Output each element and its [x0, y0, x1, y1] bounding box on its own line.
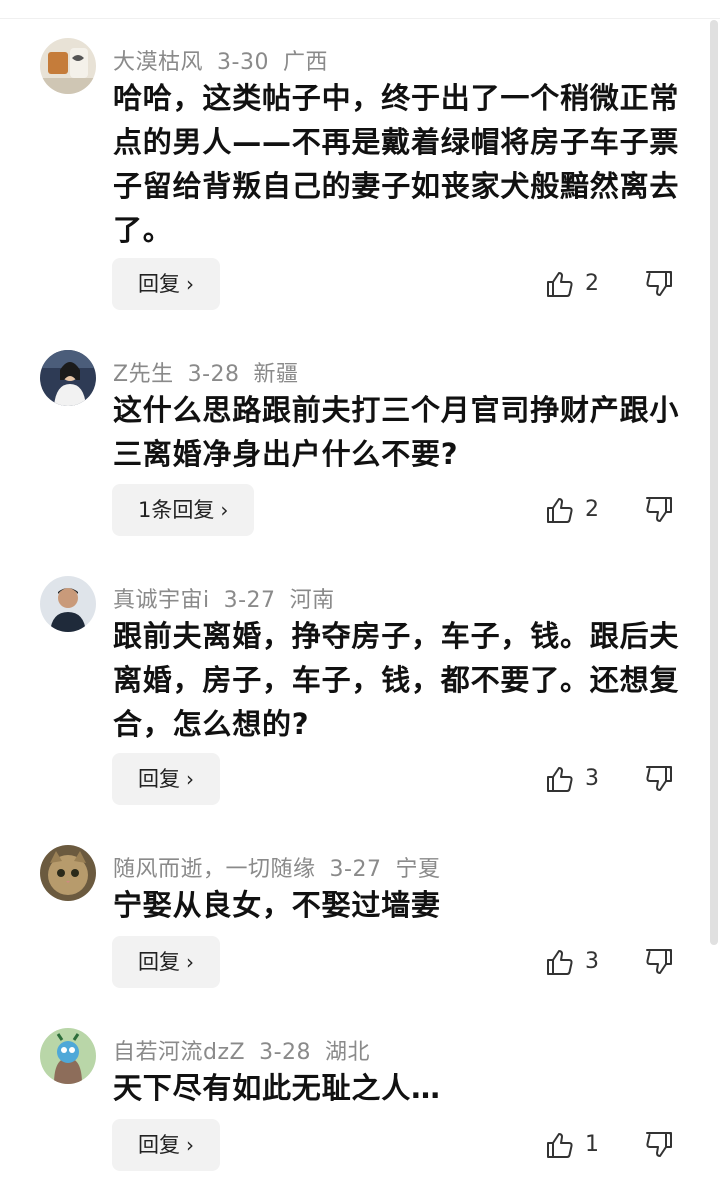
avatar[interactable]: [40, 38, 96, 94]
comment-location: 河南: [289, 588, 335, 613]
chevron-right-icon: ›: [186, 272, 194, 296]
thumbs-up-icon[interactable]: [545, 495, 575, 525]
comment-text: 天下尽有如此无耻之人…: [113, 1071, 441, 1105]
comment-item: Z先生 3-28 新疆 这什么思路跟前夫打三个月官司挣财产跟小三离婚净身出户什么不要…: [0, 350, 700, 550]
comment-meta: 真诚宇宙i 3-27 河南: [113, 582, 349, 614]
comment-location: 新疆: [253, 362, 299, 387]
thumbs-up-icon[interactable]: [545, 269, 575, 299]
thumbs-down-icon[interactable]: [644, 269, 674, 299]
username[interactable]: 随风而逝，一切随缘: [113, 857, 316, 882]
avatar[interactable]: [40, 1028, 96, 1084]
avatar[interactable]: [40, 845, 96, 901]
top-bar: [0, 0, 720, 19]
like-count: 3: [585, 949, 599, 974]
chevron-right-icon: ›: [186, 1133, 194, 1157]
comment-meta: 大漠枯风 3-30 广西: [113, 44, 342, 76]
thumbs-up-icon[interactable]: [545, 764, 575, 794]
username[interactable]: 真诚宇宙i: [113, 588, 210, 613]
comment-meta: 自若河流dzZ 3-28 湖北: [113, 1034, 384, 1066]
comment-meta: Z先生 3-28 新疆: [113, 356, 313, 388]
thumbs-down-icon[interactable]: [644, 764, 674, 794]
comment-date: 3-28: [187, 362, 240, 387]
reply-button[interactable]: 1条回复 ›: [112, 484, 255, 536]
comment-text: 宁娶从良女，不娶过墙妻: [113, 888, 441, 922]
reply-label: 1条回复: [138, 498, 215, 522]
like-count: 3: [585, 766, 599, 791]
reply-button[interactable]: 回复 ›: [112, 753, 220, 805]
username[interactable]: Z先生: [113, 362, 174, 387]
chevron-right-icon: ›: [186, 950, 194, 974]
comment-item: 真诚宇宙i 3-27 河南 跟前夫离婚，挣夺房子，车子，钱。跟后夫离婚，房子，车子，…: [0, 576, 700, 816]
avatar[interactable]: [40, 576, 96, 632]
comment-item: 自若河流dzZ 3-28 湖北 天下尽有如此无耻之人… 回复 › 1: [0, 1028, 700, 1178]
like-count: 2: [585, 271, 599, 296]
comment-item: 随风而逝，一切随缘 3-27 宁夏 宁娶从良女，不娶过墙妻 回复 › 3: [0, 845, 700, 995]
avatar[interactable]: [40, 350, 96, 406]
reply-label: 回复: [138, 1133, 180, 1157]
like-count: 1: [585, 1132, 599, 1157]
thumbs-down-icon[interactable]: [644, 947, 674, 977]
reply-label: 回复: [138, 950, 180, 974]
thumbs-down-icon[interactable]: [644, 495, 674, 525]
scrollbar[interactable]: [710, 20, 718, 945]
comment-item: 大漠枯风 3-30 广西 哈哈，这类帖子中，终于出了一个稍微正常点的男人——不再是戴…: [0, 38, 700, 318]
comment-date: 3-27: [329, 857, 382, 882]
comment-location: 宁夏: [395, 857, 441, 882]
comment-text: 跟前夫离婚，挣夺房子，车子，钱。跟后夫离婚，房子，车子，钱，都不要了。还想复合，…: [113, 619, 680, 741]
chevron-right-icon: ›: [220, 498, 229, 522]
reply-button[interactable]: 回复 ›: [112, 258, 220, 310]
like-count: 2: [585, 497, 599, 522]
reply-label: 回复: [138, 272, 180, 296]
comment-meta: 随风而逝，一切随缘 3-27 宁夏: [113, 851, 454, 883]
comment-location: 广西: [282, 50, 328, 75]
comment-date: 3-28: [259, 1040, 312, 1065]
comment-date: 3-27: [223, 588, 276, 613]
comment-date: 3-30: [217, 50, 269, 75]
chevron-right-icon: ›: [186, 767, 194, 791]
reply-button[interactable]: 回复 ›: [112, 936, 220, 988]
comment-text: 这什么思路跟前夫打三个月官司挣财产跟小三离婚净身出户什么不要?: [113, 393, 680, 471]
thumbs-up-icon[interactable]: [545, 1130, 575, 1160]
reply-label: 回复: [138, 767, 180, 791]
thumbs-up-icon[interactable]: [545, 947, 575, 977]
comment-location: 湖北: [325, 1040, 371, 1065]
comment-text: 哈哈，这类帖子中，终于出了一个稍微正常点的男人——不再是戴着绿帽将房子车子票子留…: [113, 81, 680, 247]
reply-button[interactable]: 回复 ›: [112, 1119, 220, 1171]
username[interactable]: 大漠枯风: [113, 50, 203, 75]
username[interactable]: 自若河流dzZ: [113, 1040, 245, 1065]
thumbs-down-icon[interactable]: [644, 1130, 674, 1160]
